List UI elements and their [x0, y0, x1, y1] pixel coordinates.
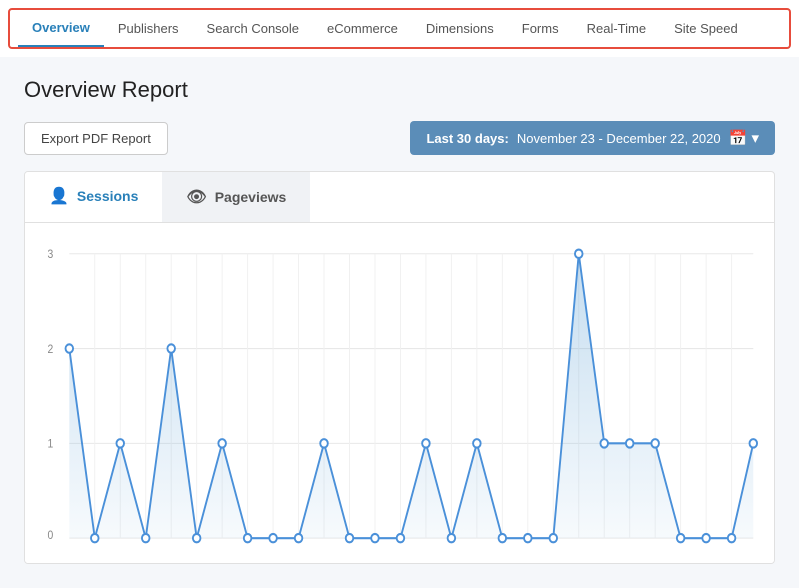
- tab-sessions[interactable]: 👤 Sessions: [25, 172, 162, 222]
- nav-item-overview[interactable]: Overview: [18, 10, 104, 47]
- nav-item-forms[interactable]: Forms: [508, 11, 573, 46]
- nav-item-site-speed[interactable]: Site Speed: [660, 11, 752, 46]
- svg-text:3: 3: [48, 248, 54, 261]
- page-content: Overview Report Export PDF Report Last 3…: [0, 57, 799, 588]
- date-range-button[interactable]: Last 30 days: November 23 - December 22,…: [410, 121, 775, 155]
- svg-text:2: 2: [48, 343, 54, 356]
- svg-text:1: 1: [48, 438, 54, 451]
- date-range-value: November 23 - December 22, 2020: [517, 131, 721, 146]
- chart-tabs: 👤 Sessions 👁 Pageviews: [25, 172, 774, 223]
- sessions-icon: 👤: [49, 186, 69, 206]
- export-pdf-button[interactable]: Export PDF Report: [24, 122, 168, 155]
- tab-sessions-label: Sessions: [77, 188, 138, 204]
- tab-pageviews[interactable]: 👁 Pageviews: [162, 172, 310, 222]
- nav-item-real-time[interactable]: Real-Time: [573, 11, 660, 46]
- nav-item-dimensions[interactable]: Dimensions: [412, 11, 508, 46]
- sessions-chart: 3 2 1 0: [41, 239, 758, 555]
- chart-body: 3 2 1 0: [25, 223, 774, 563]
- tab-pageviews-label: Pageviews: [215, 189, 287, 205]
- toolbar: Export PDF Report Last 30 days: November…: [24, 121, 775, 155]
- chart-container: 👤 Sessions 👁 Pageviews 3 2 1 0: [24, 171, 775, 564]
- calendar-icon: 📅 ▾: [729, 129, 759, 147]
- pageviews-icon: 👁: [186, 187, 206, 207]
- nav-item-publishers[interactable]: Publishers: [104, 11, 193, 46]
- svg-text:0: 0: [48, 530, 54, 543]
- nav-item-search-console[interactable]: Search Console: [193, 11, 314, 46]
- nav-bar: Overview Publishers Search Console eComm…: [8, 8, 791, 49]
- nav-item-ecommerce[interactable]: eCommerce: [313, 11, 412, 46]
- date-range-label-bold: Last 30 days:: [426, 131, 508, 146]
- page-title: Overview Report: [24, 77, 775, 103]
